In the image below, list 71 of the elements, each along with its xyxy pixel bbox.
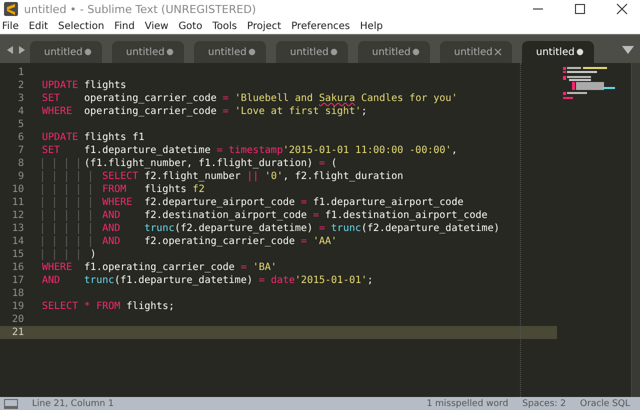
dropdown-icon[interactable] [622,46,634,54]
modified-dot-icon [576,48,584,56]
tab[interactable]: untitled [194,41,266,63]
menu-item[interactable]: Project [246,20,282,32]
code-line: SET f1.departure_datetime = timestamp'2015-01-01 11:00:00 -00:00', [42,144,458,157]
maximize-icon[interactable] [574,3,586,15]
tab[interactable]: untitled [112,41,184,63]
tab[interactable]: untitled [522,41,594,63]
line-number: 18 [10,287,24,300]
cursor-position: Line 21, Column 1 [32,398,114,408]
line-number: 6 [16,131,24,144]
line-number: 7 [16,144,24,157]
code-line: ) [42,248,96,261]
menu-item[interactable]: Edit [28,20,48,32]
line-number: 2 [16,79,24,92]
line-number: 10 [10,183,24,196]
app-icon [4,2,18,16]
menu-item[interactable]: Preferences [291,20,350,32]
panel-icon[interactable] [4,398,18,408]
code-line: UPDATE flights f1 [42,131,144,144]
modified-dot-icon [412,48,420,56]
menu-item[interactable]: Find [114,20,135,32]
code-line: AND f2.destination_airport_code = f1.destination_airport_code [42,209,488,222]
indentation-setting[interactable]: Spaces: 2 [522,398,566,408]
code-line: AND trunc(f2.departure_datetime) = trunc(f2.departure_datetime) [42,222,500,235]
menu-item[interactable]: Tools [212,20,237,32]
code-line: WHERE f1.operating_carrier_code = 'BA' [42,261,277,274]
line-number: 17 [10,274,24,287]
code-line: UPDATE flights [42,79,126,92]
line-number: 3 [16,92,24,105]
spelling-status: 1 misspelled word [426,398,508,408]
line-number: 20 [10,313,24,326]
code-line: WHERE operating_carrier_code = 'Love at first sight'; [42,105,368,118]
code-line: AND trunc(f1.departure_datetime) = date'2015-01-01'; [42,274,374,287]
modified-dot-icon [84,48,92,56]
menu-item[interactable]: File [2,20,19,32]
line-number: 14 [10,235,24,248]
menu-item[interactable]: Goto [178,20,202,32]
menu-item[interactable]: Help [360,20,383,32]
line-number: 11 [10,196,24,209]
tab[interactable]: untitled [30,41,102,63]
code-line: SELECT f2.flight_number || '0', f2.flight_duration [42,170,404,183]
menu-item[interactable]: View [144,20,168,32]
line-number: 21 [10,326,24,339]
line-number: 13 [10,222,24,235]
code-line: WHERE f2.departure_airport_code = f1.departure_airport_code [42,196,464,209]
modified-dot-icon [166,48,174,56]
menu-item[interactable]: Selection [58,20,104,32]
tab[interactable]: untitled [440,41,512,63]
line-number: 12 [10,209,24,222]
line-number: 15 [10,248,24,261]
line-number: 16 [10,261,24,274]
tab-arrows-icon[interactable] [6,45,26,55]
window-title: untitled • - Sublime Text (UNREGISTERED) [24,2,256,16]
modified-dot-icon [248,48,256,56]
line-number: 5 [16,118,24,131]
line-number: 9 [16,170,24,183]
modified-dot-icon [330,48,338,56]
code-line: SET operating_carrier_code = 'Bluebell and Sakura Candles for you' [42,92,458,105]
code-line: FROM flights f2 [42,183,205,196]
code-line: SELECT * FROM flights; [42,300,174,313]
tab[interactable]: untitled [276,41,348,63]
tab[interactable]: untitled [358,41,430,63]
line-number: 1 [16,66,24,79]
close-icon[interactable] [616,3,628,15]
syntax-setting[interactable]: Oracle SQL [580,398,630,408]
line-number: 4 [16,105,24,118]
code-line: (f1.flight_number, f1.flight_duration) = ( [42,157,338,170]
line-number: 8 [16,157,24,170]
code-line: AND f2.operating_carrier_code = 'AA' [42,235,338,248]
line-number: 19 [10,300,24,313]
